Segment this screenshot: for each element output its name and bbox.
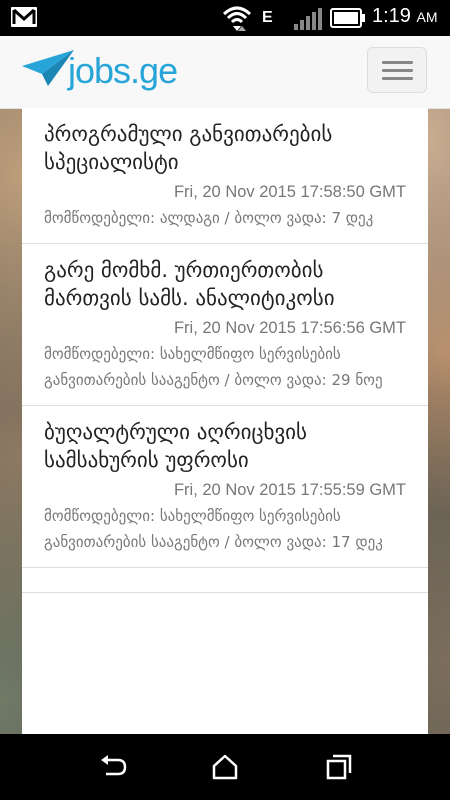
menu-button[interactable]	[367, 47, 427, 93]
job-date: Fri, 20 Nov 2015 17:58:50 GMT	[173, 183, 406, 201]
job-list: პროგრამული განვითარების სპეციალისტი Fri,…	[22, 108, 428, 734]
recents-icon[interactable]	[324, 752, 354, 782]
job-title[interactable]: პროგრამული განვითარების სპეციალისტი	[44, 120, 406, 176]
site-header: jobs.ge	[0, 36, 450, 109]
hamburger-menu-icon	[382, 61, 413, 64]
network-type: E	[262, 9, 273, 26]
hamburger-bar	[382, 69, 413, 72]
navigation-bar	[0, 734, 450, 800]
job-item[interactable]: ბუღალტრული აღრიცხვის სამსახურის უფროსი F…	[22, 406, 428, 568]
job-title[interactable]: გარე მომხმ. ურთიერთობის მართვის სამს. ან…	[44, 256, 406, 312]
back-icon[interactable]	[98, 752, 128, 782]
logo-text: jobs.ge	[68, 50, 178, 91]
job-item[interactable]: პროგრამული განვითარების სპეციალისტი Fri,…	[22, 108, 428, 244]
home-icon[interactable]	[210, 752, 240, 782]
clock-time: 1:19	[372, 5, 411, 27]
job-title[interactable]: ბუღალტრული აღრიცხვის სამსახურის უფროსი	[44, 418, 406, 474]
signal-icon	[294, 8, 322, 30]
job-item[interactable]	[22, 568, 428, 593]
gmail-icon	[11, 7, 37, 27]
status-bar: E 1:19 AM	[0, 0, 450, 36]
clock: 1:19 AM	[372, 5, 438, 28]
clock-ampm: AM	[416, 9, 438, 25]
battery-icon	[330, 8, 365, 28]
job-meta: მომწოდებელი: სახელმწიფო სერვისების განვი…	[44, 345, 383, 389]
site-logo[interactable]: jobs.ge	[22, 44, 192, 100]
job-date: Fri, 20 Nov 2015 17:56:56 GMT	[173, 319, 406, 337]
job-item[interactable]: გარე მომხმ. ურთიერთობის მართვის სამს. ან…	[22, 244, 428, 406]
job-meta: მომწოდებელი: ალდაგი / ბოლო ვადა: 7 დეკ	[44, 209, 374, 227]
wifi-icon	[222, 6, 252, 31]
job-date: Fri, 20 Nov 2015 17:55:59 GMT	[173, 481, 406, 499]
job-meta: მომწოდებელი: სახელმწიფო სერვისების განვი…	[44, 507, 383, 551]
hamburger-bar	[382, 77, 413, 80]
